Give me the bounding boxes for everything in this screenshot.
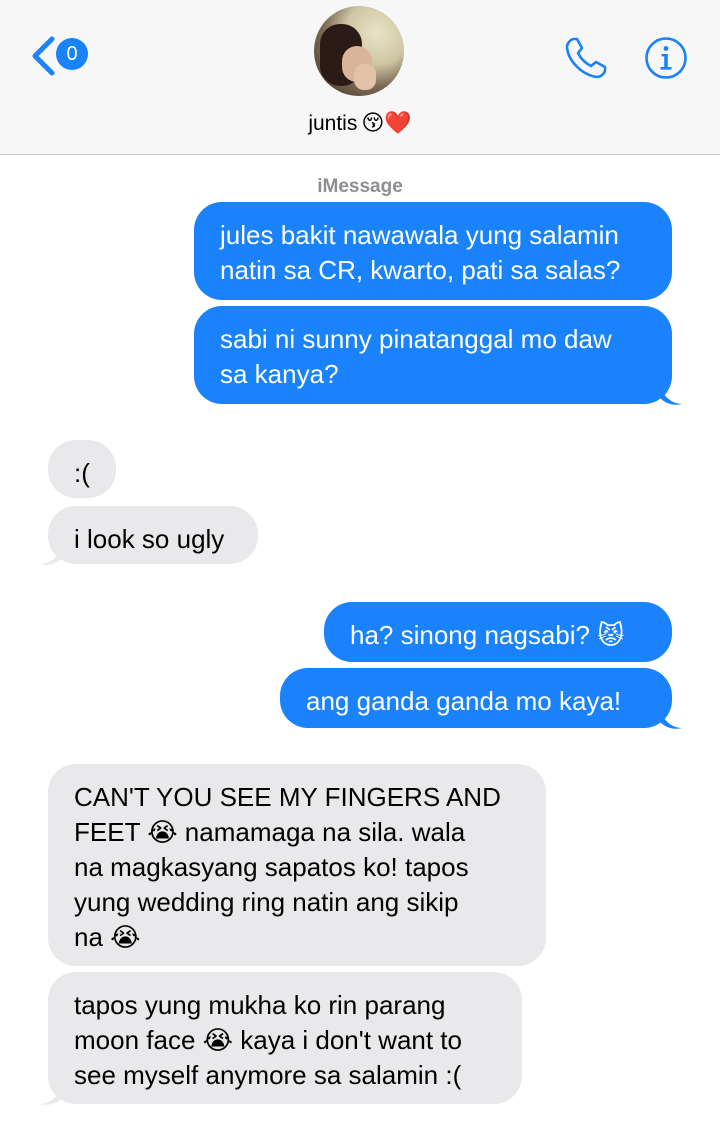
received-bubble-tail [40,1084,62,1105]
contact-avatar[interactable] [314,6,404,96]
contact-name: juntis [308,112,358,135]
sent-message[interactable]: sabi ni sunny pinatanggal mo daw sa kany… [194,306,672,404]
received-message[interactable]: tapos yung mukha ko rin parang moon face… [48,972,522,1104]
sent-message[interactable]: jules bakit nawawala yung salamin natin … [194,202,672,300]
phone-icon[interactable] [562,34,610,82]
received-message[interactable]: i look so ugly [48,506,258,564]
service-label: iMessage [317,176,403,197]
contact-emoji: 😚❤️ [361,110,412,135]
unread-count-badge: 0 [56,38,88,70]
back-button[interactable]: 0 [30,34,100,78]
sent-bubble-tail [660,384,682,405]
received-bubble-tail [40,544,62,565]
received-message[interactable]: CAN'T YOU SEE MY FINGERS AND FEET 😭 nama… [48,764,546,966]
sent-message[interactable]: ang ganda ganda mo kaya! [280,668,672,728]
info-icon[interactable] [644,36,688,80]
conversation-header: 0 juntis 😚❤️ [0,0,720,155]
sent-message[interactable]: ha? sinong nagsabi? 😾 [324,602,672,662]
sent-bubble-tail [660,708,682,729]
chevron-left-icon [32,36,55,76]
contact-name-row[interactable]: juntis 😚❤️ [0,110,720,136]
received-message[interactable]: :( [48,440,116,498]
